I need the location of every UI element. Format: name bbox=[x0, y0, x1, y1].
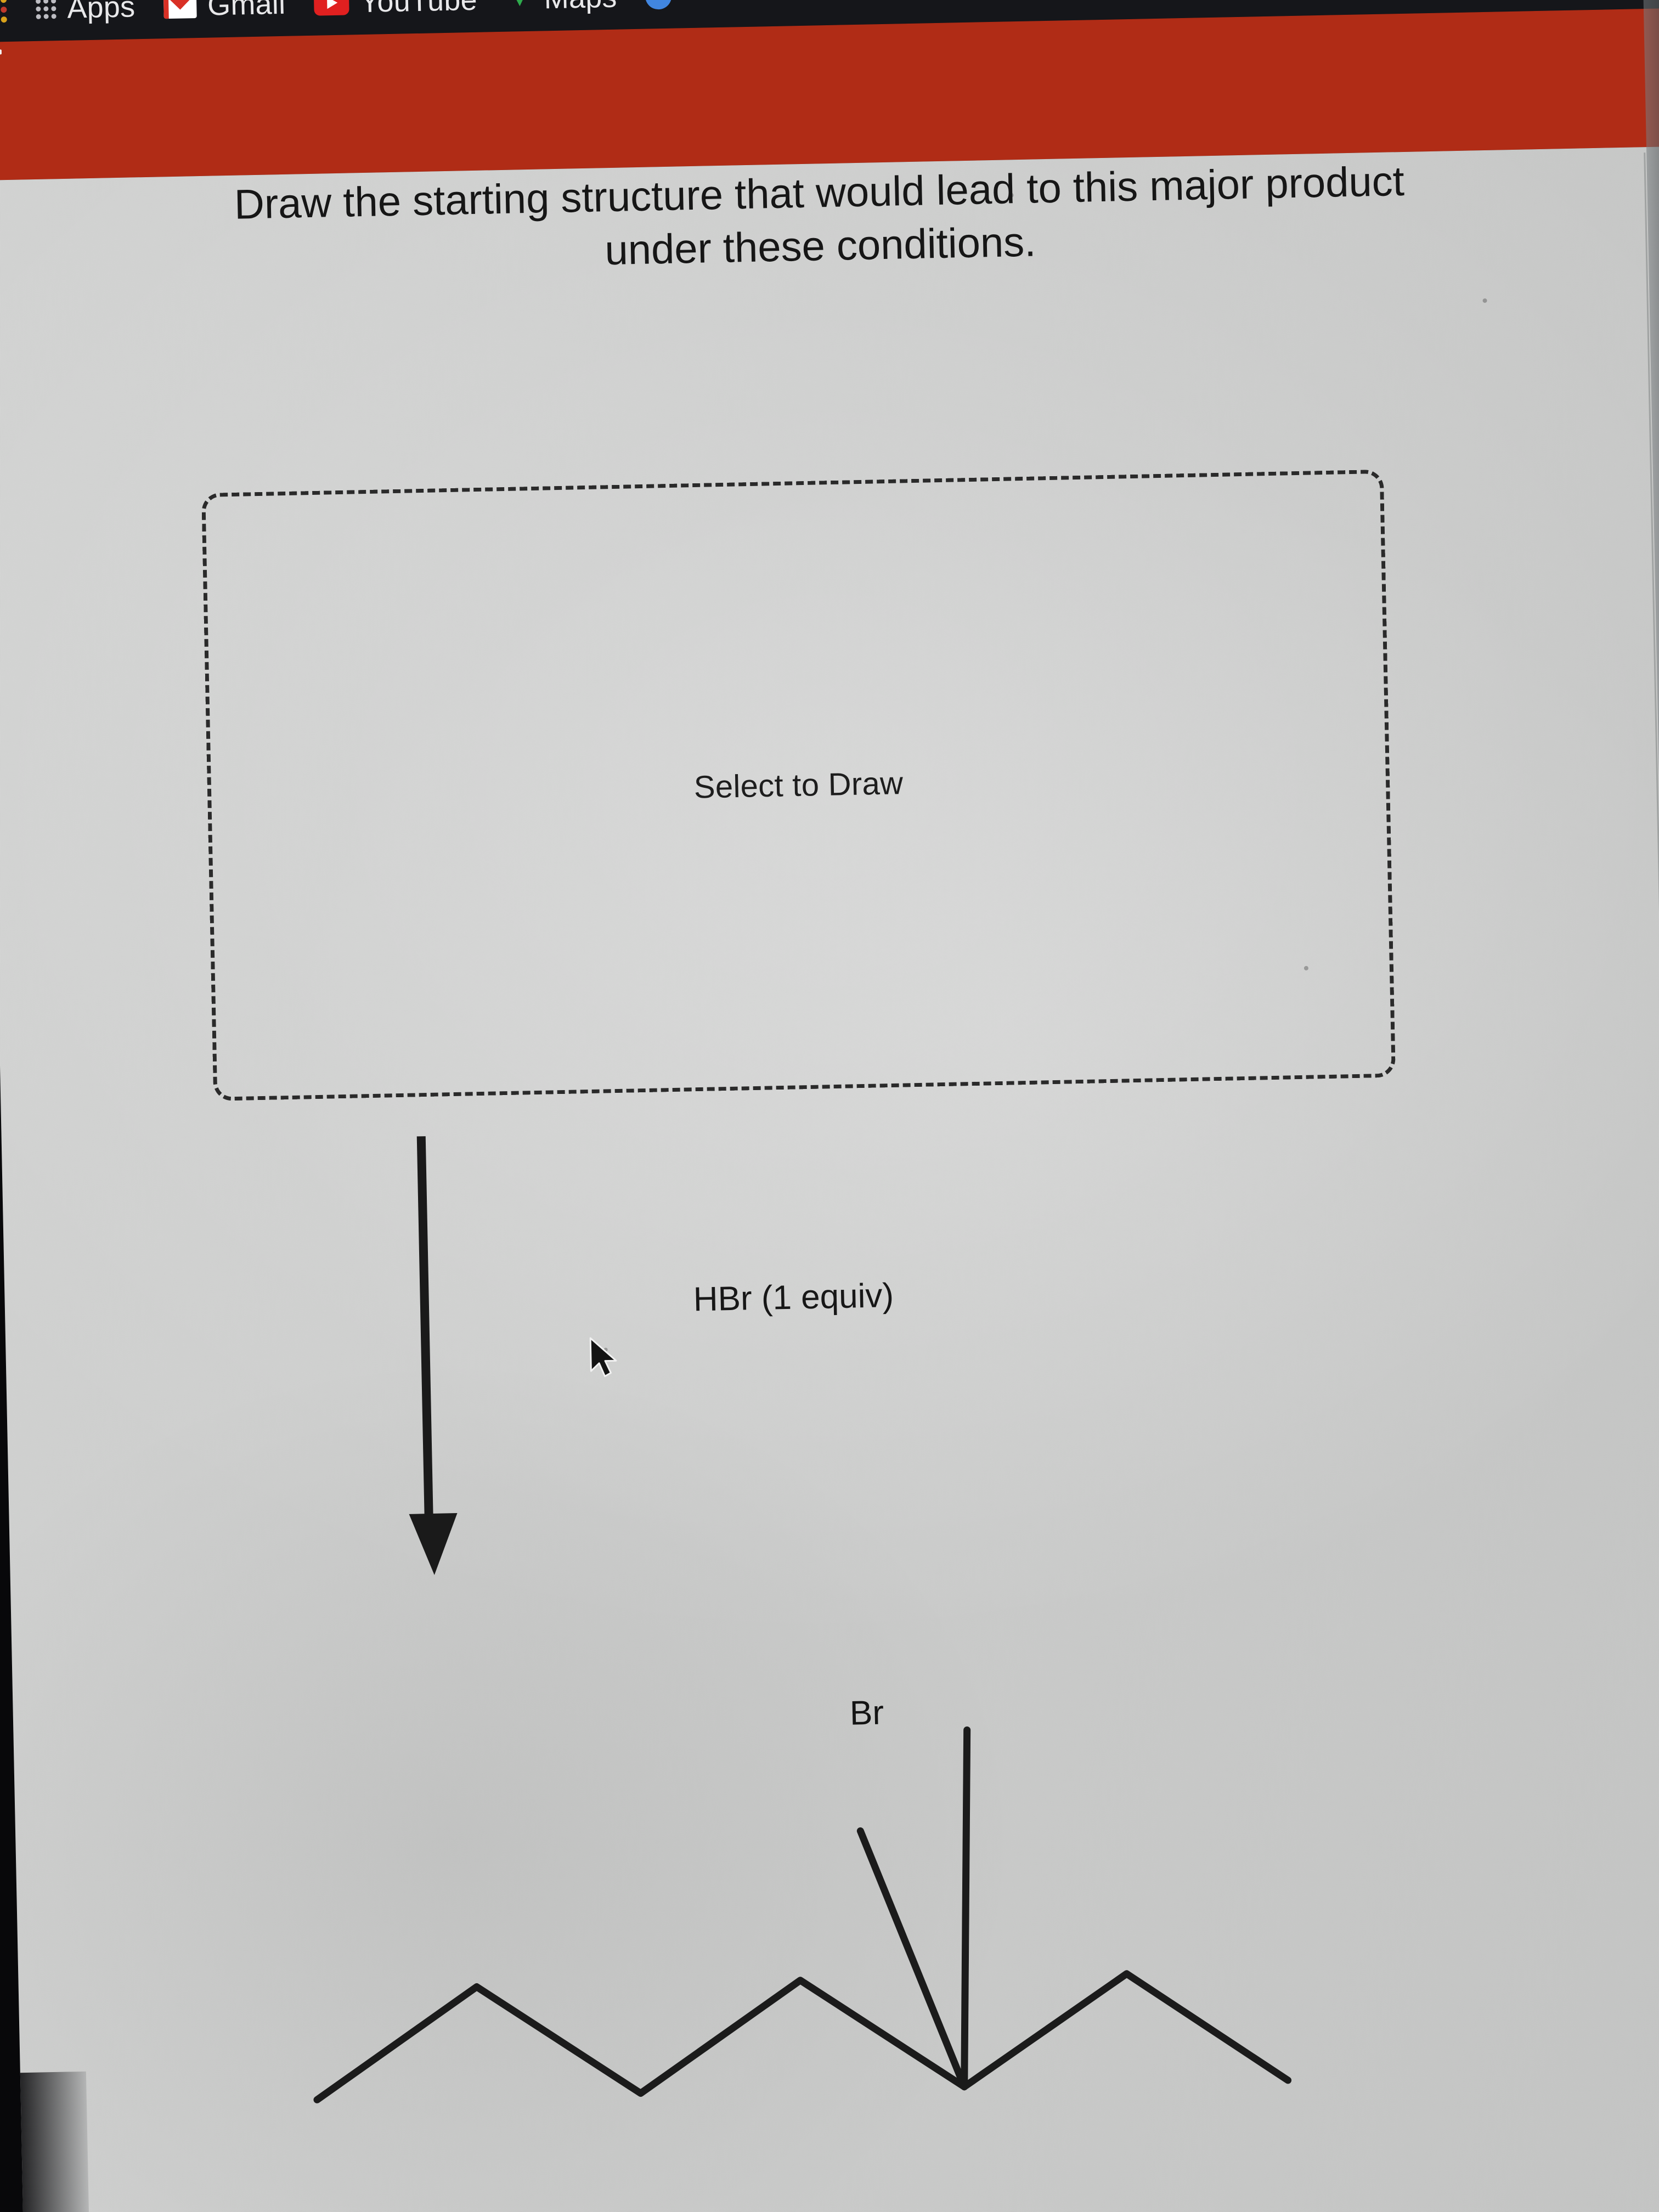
bookmark-gmail[interactable]: Gmail bbox=[163, 0, 286, 23]
bookmark-maps-label: Maps bbox=[544, 0, 617, 15]
bookmark-extra[interactable] bbox=[645, 0, 683, 10]
arrow-head bbox=[409, 1513, 459, 1576]
bookmark-apps-label: Apps bbox=[66, 0, 136, 25]
bookmark-apps[interactable]: Apps bbox=[35, 0, 136, 26]
gmail-icon bbox=[163, 0, 197, 19]
bookmark-maps[interactable]: Maps bbox=[505, 0, 617, 16]
monitor-screen: Apps Gmail YouTube Maps bbox=[0, 0, 1659, 2212]
arrow-shaft bbox=[416, 1136, 433, 1521]
select-to-draw-dropzone[interactable]: Select to Draw bbox=[201, 469, 1396, 1101]
youtube-icon bbox=[313, 0, 349, 16]
extension-dots-icon[interactable] bbox=[0, 0, 8, 22]
bookmark-favicon-icon bbox=[645, 0, 672, 10]
bookmark-gmail-label: Gmail bbox=[207, 0, 286, 22]
maps-icon bbox=[505, 0, 533, 13]
monitor-bezel-left bbox=[20, 2071, 91, 2212]
c-methyl-bond bbox=[961, 1726, 971, 2091]
br-atom-label: Br bbox=[849, 1694, 884, 1733]
screen-photo: Apps Gmail YouTube Maps bbox=[0, 0, 1659, 2212]
bookmark-youtube-label: YouTube bbox=[359, 0, 478, 19]
menu-collapse-icon[interactable] bbox=[0, 42, 14, 73]
mouse-cursor-icon bbox=[588, 1336, 620, 1380]
reagent-label: HBr (1 equiv) bbox=[693, 1277, 894, 1319]
select-to-draw-label: Select to Draw bbox=[693, 765, 904, 805]
carbon-backbone bbox=[313, 1970, 1292, 2103]
apps-grid-icon bbox=[35, 0, 57, 19]
bookmark-youtube[interactable]: YouTube bbox=[313, 0, 478, 20]
product-structure bbox=[275, 1639, 1415, 2155]
dust-speck bbox=[1482, 298, 1487, 303]
